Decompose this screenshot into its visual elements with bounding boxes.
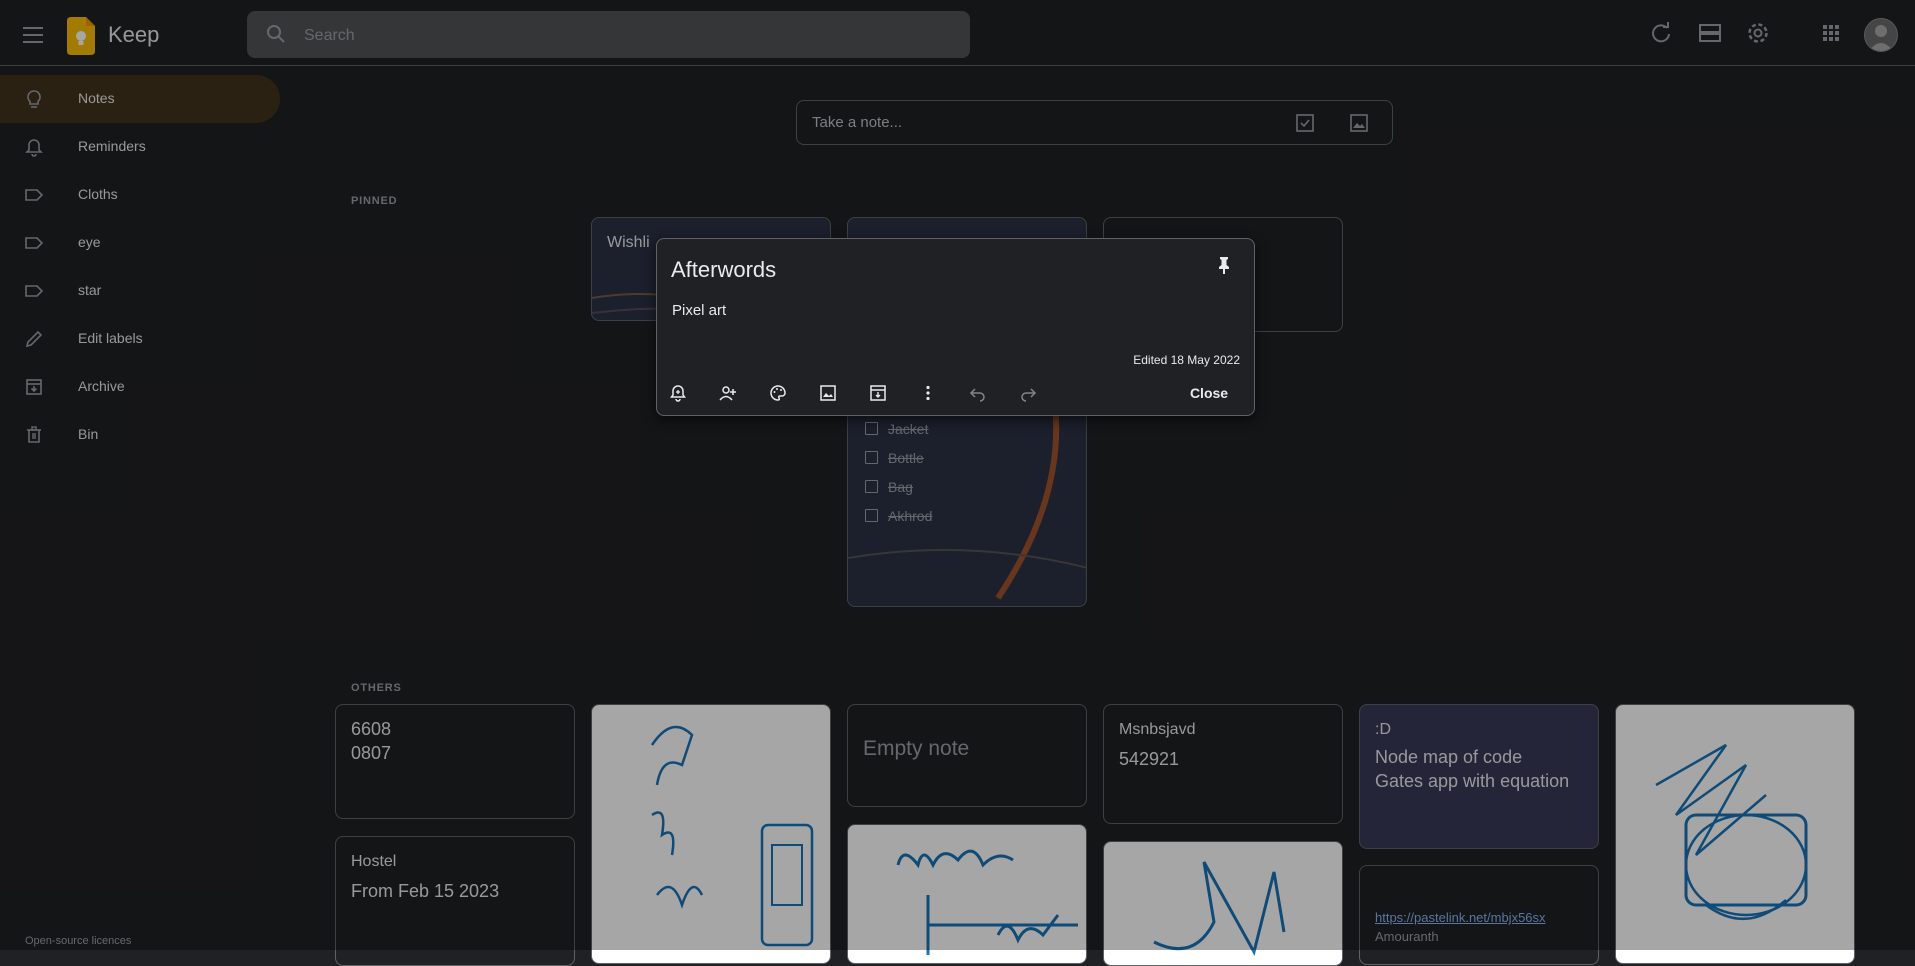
- more-options-icon[interactable]: [919, 384, 937, 402]
- redo-icon[interactable]: [1019, 384, 1037, 402]
- undo-icon[interactable]: [969, 384, 987, 402]
- note-title-field[interactable]: Afterwords: [671, 257, 776, 283]
- archive-icon[interactable]: [869, 384, 887, 402]
- note-body-field[interactable]: Pixel art: [672, 302, 726, 319]
- modal-backdrop[interactable]: [0, 0, 1915, 950]
- edited-timestamp: Edited 18 May 2022: [1133, 353, 1240, 367]
- note-editor-dialog: Afterwords Pixel art Edited 18 May 2022 …: [656, 238, 1255, 416]
- palette-icon[interactable]: [769, 384, 787, 402]
- reminder-icon[interactable]: [669, 384, 687, 402]
- add-image-icon[interactable]: [819, 384, 837, 402]
- close-button[interactable]: Close: [1177, 376, 1241, 410]
- pin-icon[interactable]: [1214, 255, 1234, 275]
- collaborator-icon[interactable]: [719, 384, 737, 402]
